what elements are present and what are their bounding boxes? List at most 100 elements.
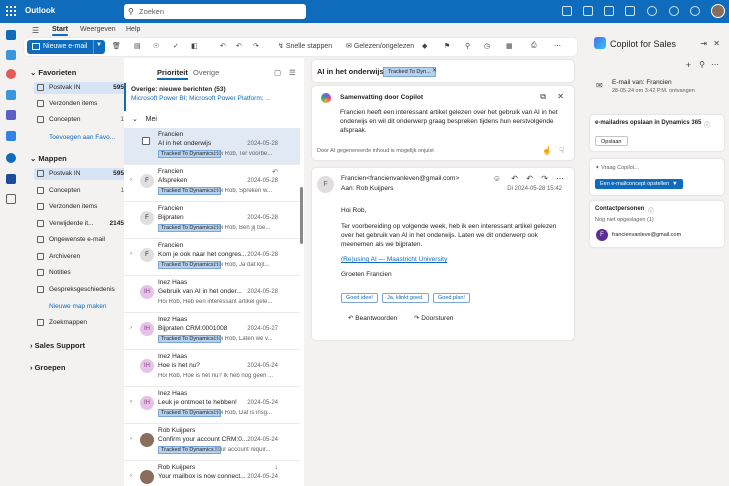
- forward-button[interactable]: ↷ Doorsturen: [414, 314, 453, 326]
- article-link[interactable]: (Re)using AI — Maastricht University: [341, 255, 565, 264]
- list-item[interactable]: IH Inez Haas Hoe is het nu? 2024-05-24 H…: [124, 350, 300, 387]
- list-item[interactable]: › F Francien Afspreken 2024-05-28 ↶ Trac…: [124, 165, 300, 202]
- move-icon[interactable]: ◧: [191, 42, 198, 50]
- chevron-right-icon[interactable]: ›: [130, 473, 132, 479]
- list-item[interactable]: F Francien Bijpraten 2024-05-28 Tracked …: [124, 202, 300, 239]
- contact-email[interactable]: francienvanleve@gmail.com: [612, 232, 681, 238]
- onedrive-icon[interactable]: [6, 153, 16, 163]
- apps-icon[interactable]: [6, 194, 16, 204]
- tab-start[interactable]: Start: [52, 26, 68, 36]
- ask-copilot-input[interactable]: ✦ Vraag Copilot...: [595, 165, 639, 171]
- hamburger-icon[interactable]: ☰: [32, 26, 39, 35]
- folder-gesprek[interactable]: Gespreksgeschiedenis: [34, 284, 128, 296]
- group-header[interactable]: ⌄ Mei: [132, 115, 157, 123]
- chevron-right-icon[interactable]: ›: [130, 251, 132, 257]
- close-icon[interactable]: ✕: [713, 39, 720, 48]
- emoji-icon[interactable]: ☺: [493, 174, 501, 183]
- reply-icon[interactable]: ↶: [511, 174, 518, 183]
- list-item[interactable]: Francien AI in het onderwijs 2024-05-28 …: [124, 128, 300, 165]
- email-sender[interactable]: Francien<francienvanleven@gmail.com>: [341, 175, 459, 182]
- pin-icon[interactable]: ⚲: [465, 42, 470, 50]
- forward-icon[interactable]: ↷: [253, 42, 259, 50]
- help-icon[interactable]: [690, 6, 700, 16]
- close-icon[interactable]: ✕: [557, 92, 564, 101]
- folders-header[interactable]: ⌄ Mappen: [30, 154, 67, 163]
- tag-icon[interactable]: ◆: [422, 42, 427, 50]
- chat-icon[interactable]: [562, 6, 572, 16]
- shield-icon[interactable]: ☉: [153, 42, 159, 50]
- tab-help[interactable]: Help: [126, 26, 140, 33]
- info-icon[interactable]: ⓘ: [648, 206, 654, 215]
- suggested-reply[interactable]: Goed plan!: [433, 293, 470, 303]
- search-box[interactable]: ⚲ Zoeken: [124, 4, 306, 19]
- message-list-scrollbar[interactable]: [300, 187, 303, 244]
- folder-verwijderde[interactable]: Verwijderde it... 2145: [34, 218, 128, 230]
- groups-header[interactable]: › Groepen: [30, 363, 65, 372]
- undo-icon[interactable]: ↶: [220, 42, 226, 50]
- more-icon[interactable]: ⋯: [556, 174, 564, 183]
- meeting-icon[interactable]: [625, 6, 635, 16]
- email-recipient[interactable]: Aan: Rob Kuijpers: [341, 185, 393, 192]
- folder-zoekmappen[interactable]: Zoekmappen: [34, 317, 128, 329]
- suggested-reply[interactable]: Ja, klinkt goed.: [382, 293, 429, 303]
- new-mail-button[interactable]: Nieuwe e-mail ▼: [27, 40, 105, 54]
- copilot-app-icon[interactable]: [6, 69, 16, 79]
- folder-archiveren[interactable]: Archiveren: [34, 251, 128, 263]
- list-item[interactable]: › Rob Kuijpers Confirm your account CRM:…: [124, 424, 300, 461]
- tab-prioriteit[interactable]: Prioriteit: [157, 68, 188, 80]
- select-icon[interactable]: ▢: [274, 68, 281, 77]
- notification-icon[interactable]: [669, 6, 679, 16]
- sales-support-header[interactable]: › Sales Support: [30, 341, 85, 350]
- read-unread-button[interactable]: ✉ Gelezen/ongelezen: [346, 42, 414, 50]
- tab-overige[interactable]: Overige: [193, 68, 219, 77]
- more-icon[interactable]: ⋯: [554, 42, 561, 50]
- tracked-tag[interactable]: Tracked To Dyn...: [383, 67, 436, 77]
- reply-all-icon[interactable]: ↶: [526, 174, 533, 183]
- people-icon[interactable]: [6, 90, 16, 100]
- forward-icon[interactable]: ↷: [541, 174, 548, 183]
- thumbs-down-icon[interactable]: ☟: [559, 146, 564, 155]
- other-inbox-banner[interactable]: Overige: nieuwe berichten (53) Microsoft…: [124, 83, 304, 111]
- avatar[interactable]: [711, 4, 725, 18]
- new-folder-link[interactable]: Nieuwe map maken: [34, 301, 128, 313]
- sweep-icon[interactable]: ✓: [173, 42, 179, 50]
- add-favorite-link[interactable]: Toevoegen aan Favo...: [34, 132, 128, 144]
- folder-verzonden[interactable]: Verzonden items: [34, 201, 128, 213]
- search-input[interactable]: Zoeken: [139, 7, 164, 16]
- save-button[interactable]: Opslaan: [595, 136, 628, 146]
- list-item[interactable]: › IH Inez Haas Leuk je ontmoet te hebben…: [124, 387, 300, 424]
- folder-postvak-in[interactable]: Postvak IN 595: [34, 168, 128, 180]
- list-item[interactable]: › Rob Kuijpers Your mailbox is now conne…: [124, 461, 300, 486]
- groups-icon[interactable]: [6, 110, 16, 120]
- reply-all-icon[interactable]: ↶: [236, 42, 242, 50]
- flag-icon[interactable]: ⚑: [444, 42, 450, 50]
- chevron-right-icon[interactable]: ›: [130, 325, 132, 331]
- rules-icon[interactable]: ▦: [506, 42, 513, 50]
- folder-concepten[interactable]: Concepten 1: [34, 185, 128, 197]
- favorite-postvak-in[interactable]: Postvak IN 595: [34, 82, 128, 94]
- dynamics-icon[interactable]: [6, 174, 16, 184]
- favorites-header[interactable]: ⌄ Favorieten: [30, 68, 76, 77]
- mail-app-icon[interactable]: [6, 30, 16, 40]
- folder-notities[interactable]: Notities: [34, 267, 128, 279]
- more-icon[interactable]: ⋯: [711, 60, 719, 69]
- pin-icon[interactable]: ⇥: [700, 39, 707, 48]
- favorite-verzonden[interactable]: Verzonden items: [34, 98, 128, 110]
- close-icon[interactable]: ✕: [432, 67, 437, 74]
- list-item[interactable]: › F Francien Kom je ook naar het congres…: [124, 239, 300, 276]
- delete-icon[interactable]: 🗑: [112, 42, 121, 50]
- draft-email-button[interactable]: Een e-mailconcept opstellen ▼: [595, 179, 683, 189]
- list-item[interactable]: IH Inez Haas Gebruik van AI in het onder…: [124, 276, 300, 313]
- todo-icon[interactable]: [6, 131, 16, 141]
- tab-weergeven[interactable]: Weergeven: [80, 26, 116, 33]
- copy-icon[interactable]: ⧉: [540, 92, 546, 102]
- filter-icon[interactable]: ☰: [289, 68, 296, 77]
- select-checkbox[interactable]: [142, 137, 150, 145]
- quick-steps-button[interactable]: ↯ Snelle stappen: [278, 42, 332, 50]
- teams-icon[interactable]: [583, 6, 593, 16]
- reply-button[interactable]: ↶ Beantwoorden: [348, 314, 397, 326]
- add-icon[interactable]: +: [686, 60, 691, 70]
- print-icon[interactable]: ⎙: [531, 42, 537, 50]
- onenote-icon[interactable]: [604, 6, 614, 16]
- archive-icon[interactable]: ▤: [134, 42, 141, 50]
